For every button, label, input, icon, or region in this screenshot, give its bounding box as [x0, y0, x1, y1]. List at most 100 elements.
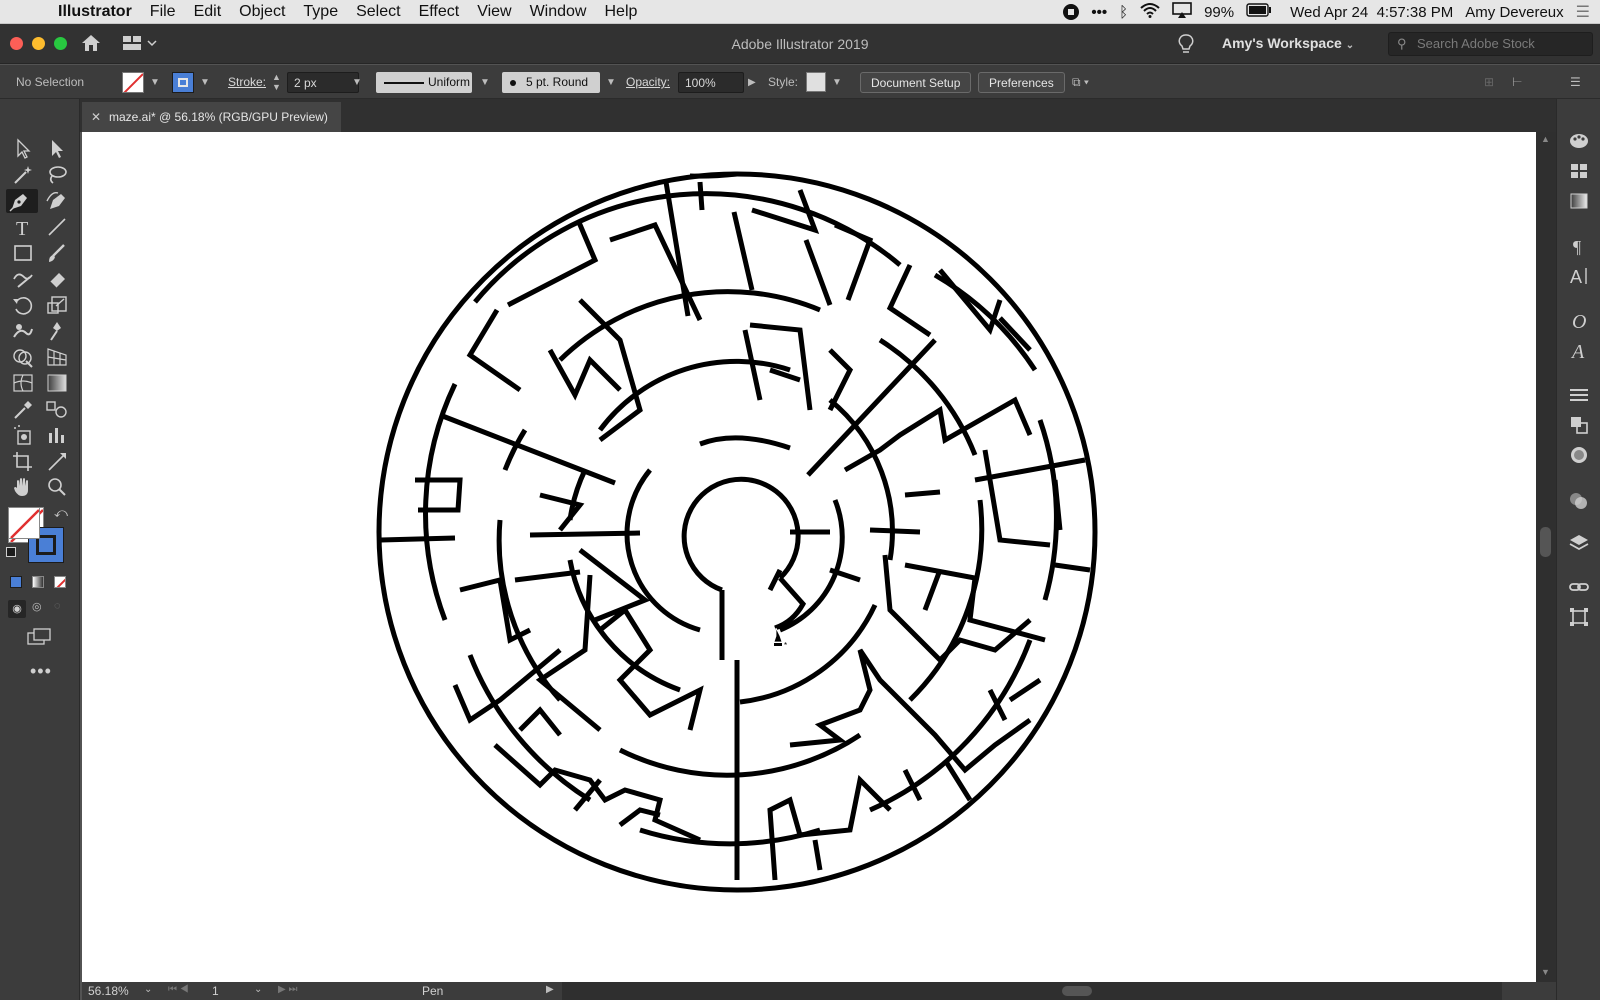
layers-icon[interactable] [1567, 531, 1591, 555]
artboard-number[interactable]: 1 [212, 984, 219, 998]
lightbulb-icon[interactable] [1178, 33, 1194, 60]
document-setup-button[interactable]: Document Setup [860, 72, 972, 93]
warp-icon[interactable] [10, 319, 36, 343]
menu-select[interactable]: Select [347, 3, 409, 21]
profile-chevron-icon[interactable]: ▼ [480, 72, 490, 93]
pathfinder-icon[interactable] [1567, 413, 1591, 437]
default-fill-stroke-icon[interactable] [6, 547, 16, 557]
menu-help[interactable]: Help [595, 3, 646, 21]
stroke-dropdown-chevron-icon[interactable]: ▼ [200, 72, 210, 93]
character-icon[interactable]: A [1567, 264, 1591, 288]
vertical-scrollbar[interactable]: ▲ ▼ [1536, 132, 1556, 982]
brush-chevron-icon[interactable]: ▼ [606, 72, 616, 93]
zoom-level[interactable]: 56.18% [88, 984, 129, 998]
horizontal-scroll-thumb[interactable] [1062, 986, 1092, 996]
control-bar-menu-icon[interactable]: ☰ [1570, 72, 1581, 93]
transparency-icon[interactable] [1567, 489, 1591, 513]
color-guide-icon[interactable] [1567, 129, 1591, 153]
gradient-mode-icon[interactable] [32, 576, 44, 588]
fill-color-swatch-front[interactable] [8, 507, 40, 539]
eraser-icon[interactable] [44, 267, 70, 291]
swatches-icon[interactable] [1567, 159, 1591, 183]
menu-edit[interactable]: Edit [185, 3, 231, 21]
artboard-icon[interactable] [10, 449, 36, 473]
opacity-arrow-icon[interactable]: ▶ [748, 72, 756, 93]
fill-dropdown-chevron-icon[interactable]: ▼ [150, 72, 160, 93]
puppet-warp-icon[interactable] [44, 319, 70, 343]
curvature-icon[interactable] [44, 189, 70, 213]
screen-mode-icon[interactable] [26, 627, 52, 652]
blend-icon[interactable] [44, 397, 70, 421]
type-icon[interactable]: T [10, 215, 36, 240]
zoom-chevron-icon[interactable]: ⌄ [144, 984, 152, 995]
align-icon[interactable] [1567, 383, 1591, 407]
record-icon[interactable] [1063, 4, 1080, 20]
slice-icon[interactable] [44, 449, 70, 473]
stroke-swatch[interactable] [172, 72, 194, 93]
airplay-icon[interactable] [1172, 2, 1192, 22]
adobe-stock-search-input[interactable]: ⚲ Search Adobe Stock [1388, 32, 1593, 56]
direct-selection-icon[interactable] [44, 137, 70, 161]
gradient-panel-icon[interactable] [1567, 189, 1591, 213]
column-graph-icon[interactable] [44, 423, 70, 447]
menubar-user[interactable]: Amy Devereux [1465, 4, 1563, 21]
close-tab-icon[interactable]: ✕ [91, 102, 101, 132]
opacity-input[interactable]: 100% [678, 72, 744, 93]
scale-icon[interactable] [44, 293, 70, 317]
stroke-weight-chevron-icon[interactable]: ▼ [352, 72, 362, 93]
menu-window[interactable]: Window [521, 3, 596, 21]
rectangle-icon[interactable] [10, 241, 36, 265]
artboard-chevron-icon[interactable]: ⌄ [254, 984, 262, 995]
hand-icon[interactable] [10, 475, 36, 499]
workspace-switcher[interactable]: Amy's Workspace ⌄ [1222, 35, 1354, 51]
draw-inside-icon[interactable]: ◌ [54, 600, 61, 612]
line-icon[interactable] [44, 215, 70, 239]
shape-builder-icon[interactable] [10, 345, 36, 369]
rotate-icon[interactable] [10, 293, 36, 317]
first-artboard-icon[interactable]: ⏮ ◀ [168, 984, 189, 995]
preferences-button[interactable]: Preferences [978, 72, 1065, 93]
pen-icon[interactable] [6, 189, 38, 213]
more-icon[interactable]: ••• [1091, 4, 1107, 21]
maze-artwork[interactable]: * [82, 132, 1536, 982]
draw-behind-icon[interactable]: ◎ [32, 600, 42, 613]
none-mode-icon[interactable] [54, 576, 66, 588]
links-icon[interactable] [1567, 575, 1591, 599]
glyphs-icon[interactable]: A [1567, 339, 1591, 363]
menu-effect[interactable]: Effect [410, 3, 469, 21]
menu-object[interactable]: Object [230, 3, 294, 21]
arrange-icon[interactable]: ⧉ ▾ [1072, 72, 1089, 93]
scroll-up-icon[interactable]: ▲ [1541, 134, 1550, 144]
status-menu-arrow-icon[interactable]: ▶ [546, 984, 554, 995]
color-mode-icon[interactable] [10, 576, 22, 588]
variable-width-profile[interactable]: Uniform [376, 72, 472, 93]
battery-icon[interactable] [1246, 3, 1272, 21]
artboard-canvas[interactable]: * [82, 132, 1536, 982]
symbol-sprayer-icon[interactable] [10, 423, 36, 447]
notification-center-icon[interactable]: ☰ [1576, 2, 1590, 22]
lasso-icon[interactable] [44, 163, 70, 187]
menubar-clock[interactable]: Wed Apr 24 4:57:38 PM [1290, 4, 1453, 21]
shaper-icon[interactable] [10, 267, 36, 291]
menu-app-name[interactable]: Illustrator [40, 3, 141, 21]
gradient-icon[interactable] [44, 371, 70, 395]
selection-icon[interactable] [10, 137, 36, 161]
brush-definition[interactable]: 5 pt. Round [502, 72, 600, 93]
document-tab[interactable]: ✕ maze.ai* @ 56.18% (RGB/GPU Preview) [82, 102, 341, 132]
eyedropper-icon[interactable] [10, 397, 36, 421]
magic-wand-icon[interactable] [10, 163, 36, 187]
horizontal-scrollbar[interactable] [562, 982, 1502, 1000]
scroll-down-icon[interactable]: ▼ [1541, 967, 1550, 977]
paragraph-icon[interactable]: ¶ [1567, 234, 1591, 258]
zoom-icon[interactable] [44, 475, 70, 499]
wifi-icon[interactable] [1140, 2, 1160, 22]
mesh-icon[interactable] [10, 371, 36, 395]
bluetooth-icon[interactable]: ᛒ [1119, 4, 1128, 21]
graphic-style-swatch[interactable] [806, 72, 826, 92]
stroke-weight-input[interactable]: 2 px [287, 72, 359, 93]
menu-file[interactable]: File [141, 3, 185, 21]
fill-swatch[interactable] [122, 72, 144, 93]
swap-fill-stroke-icon[interactable]: ⤺ [54, 505, 68, 521]
scroll-thumb[interactable] [1540, 527, 1551, 557]
menu-type[interactable]: Type [294, 3, 347, 21]
